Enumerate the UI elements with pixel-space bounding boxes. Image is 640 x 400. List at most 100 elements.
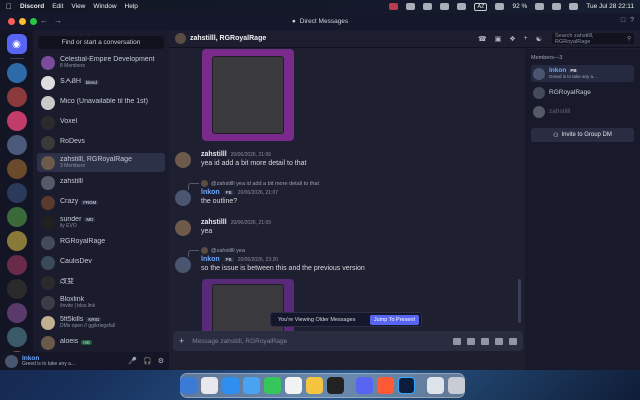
forward-arrow-icon[interactable]: → bbox=[54, 16, 68, 25]
server-icon[interactable] bbox=[6, 255, 27, 275]
dm-item[interactable]: RGRoyalRage bbox=[37, 233, 165, 252]
gif-icon[interactable] bbox=[467, 337, 475, 345]
avatar[interactable] bbox=[5, 354, 18, 368]
avatar[interactable] bbox=[175, 152, 191, 168]
server-icon[interactable] bbox=[6, 87, 27, 107]
member-list-icon[interactable]: ☯ bbox=[536, 35, 542, 43]
inbox-icon[interactable]: □ bbox=[621, 17, 625, 24]
dm-item[interactable]: 5ft5kills KRIG DMs open // gg/kriegsfall bbox=[37, 313, 165, 332]
dm-item[interactable]: Voxel bbox=[37, 113, 165, 132]
server-icon[interactable] bbox=[6, 63, 27, 83]
menu-window[interactable]: Window bbox=[93, 3, 116, 10]
reply-preview[interactable]: @zahstilll yea id add a bit more detail … bbox=[188, 180, 520, 190]
app-icon[interactable] bbox=[306, 377, 323, 394]
status-app-icon[interactable] bbox=[440, 3, 450, 10]
launchpad-icon[interactable] bbox=[201, 377, 218, 394]
chat-scrollbar[interactable] bbox=[518, 279, 521, 323]
trash-icon[interactable] bbox=[448, 377, 465, 394]
dm-item[interactable]: Celestial-Empire Development 8 Members bbox=[37, 53, 165, 72]
member-item[interactable]: zahstilll bbox=[531, 103, 634, 120]
invite-to-group-button[interactable]: ⚇ Invite to Group DM bbox=[531, 128, 634, 142]
add-friends-icon[interactable]: + bbox=[524, 35, 528, 43]
sticker-icon[interactable] bbox=[481, 337, 489, 345]
dm-item[interactable]: aloeis HD bbox=[37, 333, 165, 352]
search-icon[interactable] bbox=[552, 3, 562, 10]
server-icon[interactable] bbox=[6, 327, 27, 347]
avatar[interactable] bbox=[175, 257, 191, 273]
server-icon[interactable] bbox=[6, 279, 27, 299]
safari-icon[interactable] bbox=[222, 377, 239, 394]
dm-item[interactable]: RoDevs bbox=[37, 133, 165, 152]
search-input[interactable]: Search zahstilll, RGRoyalRage ⚲ bbox=[552, 33, 634, 45]
back-arrow-icon[interactable]: ← bbox=[40, 16, 54, 25]
voice-call-icon[interactable]: ☎ bbox=[478, 35, 487, 43]
member-item[interactable]: lnkon PB Greed is to take any a... bbox=[531, 65, 634, 82]
chat-title[interactable]: zahstilll, RGRoyalRage bbox=[190, 35, 474, 42]
dm-item[interactable]: zahstilll, RGRoyalRage 3 Members bbox=[37, 153, 165, 172]
menubar-app-name[interactable]: Discord bbox=[20, 3, 44, 10]
gift-icon[interactable] bbox=[453, 337, 461, 345]
finder-icon[interactable] bbox=[180, 377, 197, 394]
menu-edit[interactable]: Edit bbox=[52, 3, 63, 10]
dm-item[interactable]: 改变 bbox=[37, 273, 165, 292]
pinned-messages-icon[interactable]: ❖ bbox=[509, 35, 515, 43]
dm-item[interactable]: ՏᗅᏰᎻ blend bbox=[37, 73, 165, 92]
dm-item[interactable]: Mico (Unavailable til the 1st) bbox=[37, 93, 165, 112]
server-icon[interactable] bbox=[6, 303, 27, 323]
dm-item[interactable]: sunder MD ily EVO bbox=[37, 213, 165, 232]
input-source[interactable]: AZ bbox=[474, 2, 488, 11]
server-icon[interactable] bbox=[6, 135, 27, 155]
message-composer[interactable]: + Message zahstilll, RGRoyalRage bbox=[173, 331, 523, 351]
battery-percent[interactable]: 92 % bbox=[512, 3, 527, 10]
settings-gear-icon[interactable]: ⚙ bbox=[158, 357, 164, 365]
apps-icon[interactable] bbox=[509, 337, 517, 345]
status-app-icon[interactable] bbox=[423, 3, 433, 10]
help-icon[interactable]: ? bbox=[630, 17, 634, 24]
reply-preview[interactable]: @zahstilll yea bbox=[188, 247, 520, 257]
battery-icon[interactable] bbox=[535, 3, 545, 10]
message-author[interactable]: lnkon bbox=[201, 189, 220, 196]
avatar[interactable] bbox=[175, 190, 191, 206]
roblox-icon[interactable] bbox=[327, 377, 344, 394]
chatgpt-icon[interactable] bbox=[285, 377, 302, 394]
avatar[interactable] bbox=[175, 220, 191, 236]
photoshop-icon[interactable] bbox=[398, 377, 415, 394]
zoom-window-button[interactable] bbox=[30, 18, 37, 25]
clock[interactable]: Tue Jul 28 22:11 bbox=[586, 3, 634, 10]
status-app-icon[interactable] bbox=[406, 3, 416, 10]
server-icon[interactable] bbox=[6, 111, 27, 131]
discord-icon[interactable] bbox=[356, 377, 373, 394]
message-input[interactable]: Message zahstilll, RGRoyalRage bbox=[192, 338, 445, 345]
dm-item[interactable]: zahstilll bbox=[37, 173, 165, 192]
dm-item[interactable]: Crazy FRDM bbox=[37, 193, 165, 212]
close-window-button[interactable] bbox=[8, 18, 15, 25]
wifi-icon[interactable] bbox=[495, 3, 505, 10]
attachment-image[interactable] bbox=[202, 49, 294, 141]
microphone-icon[interactable]: 🎤 bbox=[128, 357, 137, 365]
server-icon[interactable] bbox=[6, 231, 27, 251]
dm-item[interactable]: Bloxlink/invite | blox.link bbox=[37, 293, 165, 312]
jump-to-present-button[interactable]: Jump To Present bbox=[369, 314, 419, 325]
minimize-window-button[interactable] bbox=[19, 18, 26, 25]
server-icon[interactable] bbox=[6, 207, 27, 227]
emoji-icon[interactable] bbox=[495, 337, 503, 345]
app-icon[interactable] bbox=[377, 377, 394, 394]
discord-home-icon[interactable]: ◉ bbox=[6, 34, 27, 54]
member-item[interactable]: RGRoyalRage bbox=[531, 84, 634, 101]
apple-icon[interactable]:  bbox=[6, 2, 12, 11]
chat-messages[interactable]: zahstilll 20/06/2026, 21:06 yea id add a… bbox=[169, 49, 524, 333]
control-center-icon[interactable] bbox=[569, 3, 579, 10]
server-icon[interactable] bbox=[6, 159, 27, 179]
dm-item[interactable]: CaulisDev bbox=[37, 253, 165, 272]
headphones-icon[interactable]: 🎧 bbox=[143, 357, 152, 365]
mail-icon[interactable] bbox=[243, 377, 260, 394]
message-author[interactable]: lnkon bbox=[201, 256, 220, 263]
menu-view[interactable]: View bbox=[71, 3, 85, 10]
find-conversation-button[interactable]: Find or start a conversation bbox=[38, 36, 164, 49]
message-author[interactable]: zahstilll bbox=[201, 219, 227, 226]
status-app-icon[interactable] bbox=[457, 3, 467, 10]
video-call-icon[interactable]: ▣ bbox=[495, 35, 502, 43]
messages-icon[interactable] bbox=[264, 377, 281, 394]
status-app-icon[interactable] bbox=[389, 3, 399, 10]
message-author[interactable]: zahstilll bbox=[201, 151, 227, 158]
